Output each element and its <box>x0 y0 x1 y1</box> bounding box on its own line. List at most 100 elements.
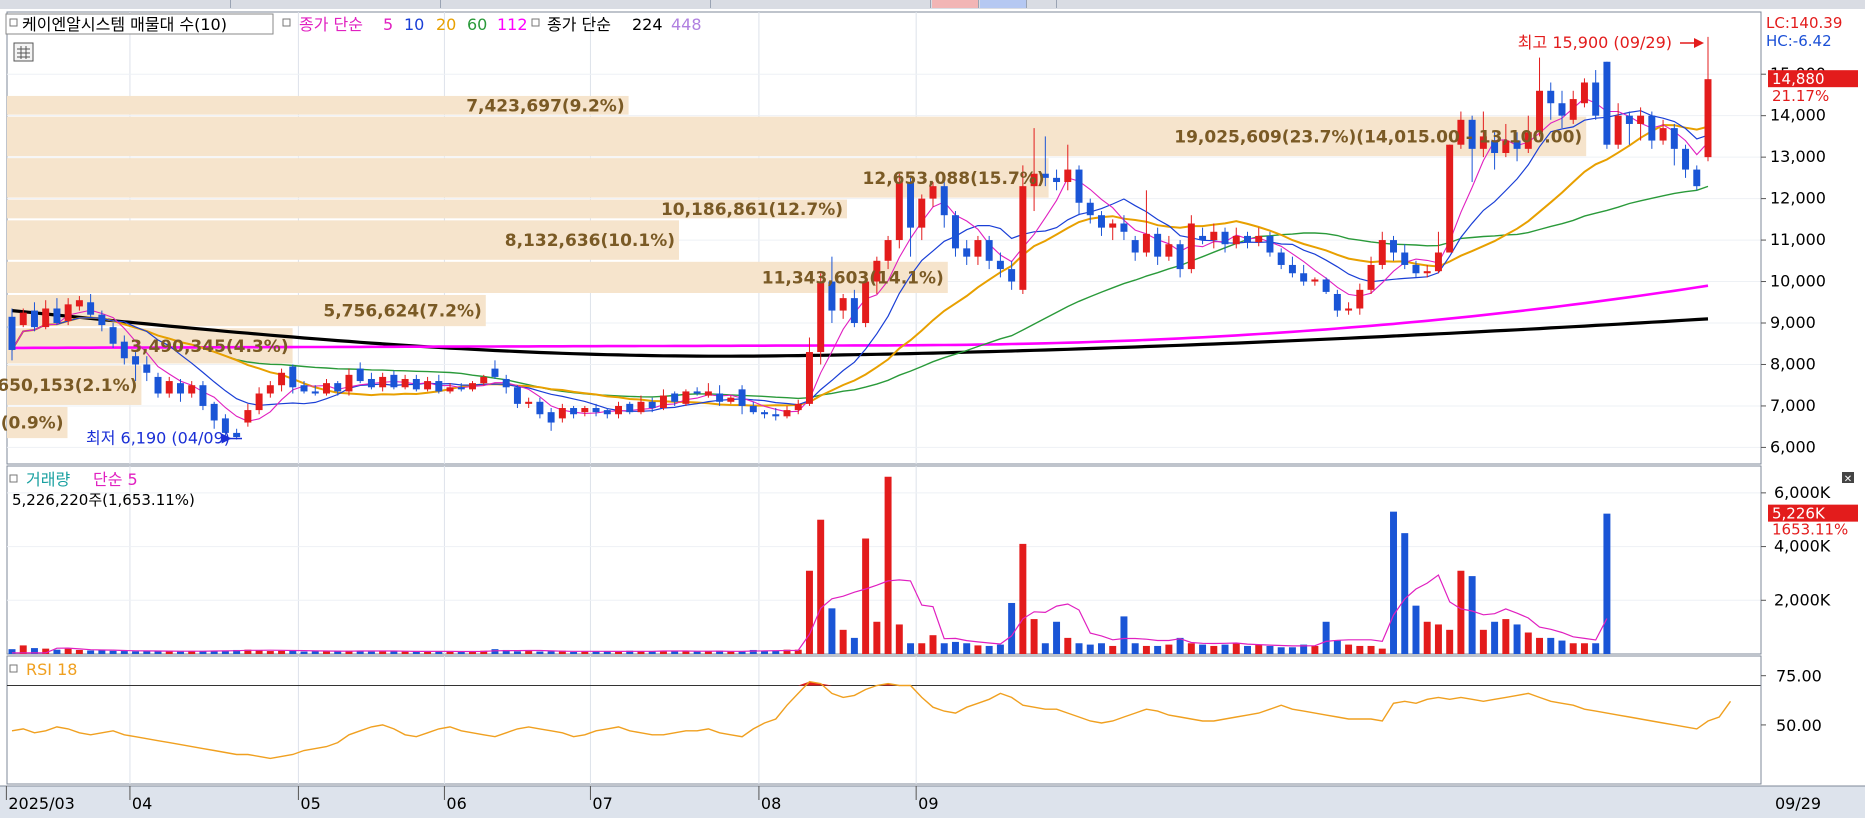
volume-bar <box>1502 619 1510 654</box>
volume-bar <box>1142 645 1150 654</box>
candle-body <box>772 414 780 417</box>
volume-pane[interactable]: 2,000K 4,000K 6,000K 거래량 단순 5 5,226,220주(1… <box>6 465 1858 655</box>
candle-body <box>334 383 342 392</box>
volume-bar <box>963 643 971 654</box>
candle-body <box>592 408 600 413</box>
volume-bar <box>1390 511 1397 654</box>
volume-bar <box>996 644 1004 654</box>
candle-body <box>42 308 50 328</box>
volume-bar <box>1468 576 1476 654</box>
volume-bar <box>974 645 982 654</box>
volume-bar <box>1356 645 1364 654</box>
ma-legend-period-20: 20 <box>436 15 456 34</box>
candle-body <box>132 356 140 365</box>
volume-bar <box>491 649 499 654</box>
candle-body <box>615 405 622 415</box>
volume-bar <box>536 651 544 654</box>
volume-profile-label: 1,650,153(2.1%) <box>0 376 137 396</box>
candle-body <box>996 260 1004 270</box>
candle-body <box>109 327 117 344</box>
volume-bar <box>850 637 858 654</box>
ma-legend-period-5: 5 <box>383 15 393 34</box>
candle-body <box>1120 223 1128 232</box>
volume-bar <box>176 651 184 654</box>
candle-body <box>1109 223 1117 228</box>
volume-bar <box>682 651 690 654</box>
volume-bar <box>1041 643 1049 654</box>
volume-bar <box>1457 570 1465 654</box>
volume-bar <box>1210 645 1218 654</box>
grid-settings-icon[interactable] <box>13 42 34 62</box>
volume-bar <box>1255 644 1263 654</box>
volume-bar <box>929 635 937 654</box>
volume-bar <box>1053 621 1061 654</box>
date-tick-label: 07 <box>592 794 612 813</box>
volume-bar <box>1569 643 1577 654</box>
candle-body <box>1412 264 1420 274</box>
candle-body <box>659 395 667 409</box>
volume-bar <box>1434 624 1442 654</box>
volume-profile-label: 7,423,697(9.2%) <box>466 96 624 116</box>
candle-body <box>87 302 95 315</box>
candle-body <box>1187 223 1195 270</box>
candle-body <box>783 410 791 417</box>
volume-bar <box>120 651 128 654</box>
volume-bar <box>132 651 140 654</box>
candle-body <box>1086 202 1094 216</box>
candle-body <box>154 376 162 394</box>
stock-chart[interactable]: 7,423,697(9.2%) 19,025,609(23.7%)(14,015.… <box>0 0 1865 818</box>
volume-bar <box>727 651 735 654</box>
candle-body <box>1434 252 1442 272</box>
candle-body <box>884 240 892 261</box>
ma2-legend-period-224: 224 <box>632 15 663 34</box>
volume-bar <box>839 629 847 654</box>
volume-bar <box>367 651 375 654</box>
candle-body <box>1221 231 1229 245</box>
candle-body <box>704 391 712 396</box>
volume-bar <box>255 650 263 654</box>
candle-body <box>98 314 106 326</box>
candle-body <box>1356 289 1364 309</box>
candle-body <box>1558 103 1566 116</box>
volume-bar <box>311 651 319 654</box>
rsi-pane[interactable]: 50.00 75.00 RSI 18 <box>6 655 1822 785</box>
candle-body <box>390 374 398 388</box>
volume-bar <box>1221 644 1229 654</box>
candle-body <box>323 383 330 394</box>
candle-body <box>1019 186 1027 290</box>
volume-last-change: 1653.11% <box>1772 521 1848 539</box>
candle-body <box>1165 244 1173 257</box>
volume-bar <box>1446 629 1454 654</box>
volume-bar <box>109 650 117 654</box>
volume-pane-close-icon[interactable]: ✕ <box>1842 472 1854 485</box>
candle-body <box>850 298 858 324</box>
date-readout: 09/29 <box>1775 794 1821 813</box>
candle-body <box>1580 82 1588 104</box>
candle-body <box>1614 115 1622 145</box>
candle-body <box>682 391 690 404</box>
candle-body <box>805 352 813 404</box>
lc-readout: LC:140.39 <box>1766 14 1842 32</box>
volume-bar <box>53 649 61 654</box>
date-tick-label: 08 <box>761 794 781 813</box>
volume-tick-label: 4,000K <box>1774 537 1831 556</box>
candle-body <box>1401 252 1409 265</box>
candle-body <box>1131 240 1139 253</box>
candle-body <box>266 385 274 394</box>
candle-body <box>761 412 769 415</box>
candle-body <box>940 186 948 216</box>
price-pane[interactable]: 7,423,697(9.2%) 19,025,609(23.7%)(14,015.… <box>0 11 1858 465</box>
candle-body <box>1423 271 1431 274</box>
candle-body <box>1648 115 1656 141</box>
candle-body <box>143 364 151 373</box>
candle-body <box>727 397 735 402</box>
candle-body <box>424 381 432 390</box>
candle-body <box>536 401 544 415</box>
candle-body <box>1255 235 1263 243</box>
candle-body <box>738 389 746 406</box>
volume-bar <box>985 645 993 654</box>
volume-bar <box>75 649 83 654</box>
candle-body <box>716 393 724 402</box>
candle-body <box>985 240 993 261</box>
candle-body <box>626 403 634 413</box>
